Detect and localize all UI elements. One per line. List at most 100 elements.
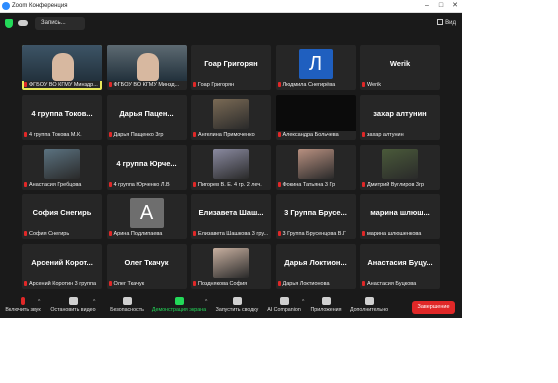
share-screen-button[interactable]: Демонстрация экрана <box>151 297 207 317</box>
participant-tile[interactable]: Фокина Татьяна 3 Гр <box>275 144 356 190</box>
participant-tile[interactable]: 4 группа Юрче... 4 группа Юрченко Л.В <box>106 144 187 190</box>
participant-display-name: 4 группа Юрче... <box>116 158 177 168</box>
profile-photo <box>213 148 249 179</box>
share-screen-icon <box>174 297 184 305</box>
mic-muted-icon <box>24 281 27 287</box>
person-figure <box>52 53 74 81</box>
mic-muted-icon <box>362 131 365 137</box>
stop-video-button[interactable]: Остановить видео <box>48 297 98 317</box>
participant-name: Елизавета Шашкова 3 гру... <box>198 231 269 238</box>
participant-tile[interactable]: Ангелина Примоченко <box>191 94 271 140</box>
participant-name-label: София Снегирь <box>24 230 101 238</box>
participant-tile[interactable]: ФГБОУ ВО КГМУ Минздр... <box>22 45 102 90</box>
shield-icon[interactable] <box>5 19 13 28</box>
participant-name: Пигорев В. Е. 4 гр. 2 леч. <box>198 181 262 188</box>
participant-tile[interactable]: 4 группа Токов... 4 группа Токова М.К. <box>22 94 102 140</box>
stop-video-label: Остановить видео <box>50 307 96 313</box>
mic-muted-icon <box>108 131 112 137</box>
mic-muted-icon <box>108 231 112 237</box>
participant-display-name: Дарья Локтион... <box>284 258 347 268</box>
participant-name-label: Елизавета Шашкова 3 гру... <box>193 230 270 238</box>
mic-muted-icon <box>277 82 281 88</box>
more-icon <box>364 297 374 305</box>
mic-muted-icon <box>193 131 196 137</box>
apps-button[interactable]: Приложения <box>308 297 344 317</box>
participant-tile[interactable]: Анастасия Гребцова <box>22 144 102 190</box>
participant-tile[interactable]: Гоар Григорян Гоар Григорян <box>191 45 271 90</box>
participant-name-label: 4 группа Токова М.К. <box>24 131 101 139</box>
mic-muted-icon <box>277 281 281 287</box>
mic-muted-icon <box>24 131 27 137</box>
participant-name: Арсений Коротин 3 группа <box>29 281 97 288</box>
participant-video <box>275 94 356 131</box>
unmute-button[interactable]: Включить звук <box>3 297 43 317</box>
participant-tile[interactable]: А Арина Подлипаева <box>106 194 187 240</box>
avatar: А <box>129 198 164 229</box>
participant-display-name: Арсений Корот... <box>31 258 93 268</box>
mic-muted-icon <box>24 231 27 237</box>
participant-name-label: 3 Группа Брусенцова В.Г <box>277 230 355 238</box>
participant-name: Дмитрий Вуглиров 3гр <box>367 181 425 188</box>
mic-options-caret[interactable]: ^ <box>38 299 40 305</box>
participant-tile[interactable]: Анастасия Буцу... Анастасия Буцкова <box>360 244 440 290</box>
cloud-record-icon[interactable] <box>18 20 28 26</box>
view-button[interactable]: Вид <box>437 18 456 28</box>
video-options-caret[interactable]: ^ <box>93 299 95 305</box>
zoom-window: Zoom Конференция – □ ✕ Запись... Вид ФГБ… <box>0 0 462 318</box>
share-screen-label: Демонстрация экрана <box>151 307 207 313</box>
more-button[interactable]: Дополнительно <box>348 297 390 317</box>
participant-name-label: ФГБОУ ВО КГМУ Минздр... <box>24 81 101 89</box>
ai-options-caret[interactable]: ^ <box>302 299 304 305</box>
participant-name-label: Людмила Снегирёва <box>277 81 355 89</box>
participant-display-name: Werik <box>389 59 411 68</box>
participant-tile[interactable]: Олег Ткачук Олег Ткачук <box>106 244 187 290</box>
participant-name: Позднякова София <box>198 281 248 288</box>
share-options-caret[interactable]: ^ <box>205 299 207 305</box>
minimize-icon[interactable]: – <box>420 0 434 12</box>
participant-tile[interactable]: Дарья Пацен... Дарья Пащенко 3гр <box>106 94 187 140</box>
participant-display-name: 4 группа Токов... <box>31 108 93 118</box>
participant-tile[interactable]: Арсений Корот... Арсений Коротин 3 группа <box>22 244 102 290</box>
participant-tile[interactable]: София Снегирь София Снегирь <box>22 194 102 240</box>
participant-tile[interactable]: Дарья Локтион... Дарья Локтионова <box>275 244 356 290</box>
unmute-label: Включить звук <box>5 307 41 313</box>
participant-name: Александра Больчева <box>282 131 339 138</box>
participant-tile[interactable]: Л Людмила Снегирёва <box>275 45 356 90</box>
participant-tile[interactable]: захар алтунин захар алтунин <box>360 94 440 140</box>
profile-photo <box>44 148 80 179</box>
window-title: Zoom Конференция <box>12 3 68 9</box>
summary-label: Запустить сводку <box>215 307 259 313</box>
participant-tile[interactable]: Пигорев В. Е. 4 гр. 2 леч. <box>191 144 271 190</box>
summary-button[interactable]: Запустить сводку <box>214 297 260 317</box>
security-button[interactable]: Безопасность <box>108 297 146 317</box>
zoom-app-icon <box>2 2 10 10</box>
close-icon[interactable]: ✕ <box>448 0 462 12</box>
participant-name: Арина Подлипаева <box>113 231 163 238</box>
participant-display-name: Олег Ткачук <box>124 258 169 268</box>
participant-name-label: Ангелина Примоченко <box>193 131 270 139</box>
participant-name: Фокина Татьяна 3 Гр <box>282 181 336 188</box>
grid-view-icon <box>437 19 444 26</box>
maximize-icon[interactable]: □ <box>434 0 448 12</box>
participant-tile[interactable]: Werik Werik <box>360 45 440 90</box>
participant-name: захар алтунин <box>367 131 404 138</box>
avatar: Л <box>298 49 333 79</box>
participant-name-label: Александра Больчева <box>277 131 355 139</box>
more-label: Дополнительно <box>349 307 389 313</box>
participant-tile[interactable]: ФГБОУ ВО КГМУ Минзд... <box>106 45 187 90</box>
record-button[interactable]: Запись... <box>35 17 85 30</box>
participant-tile[interactable]: Позднякова София <box>191 244 271 290</box>
participant-tile[interactable]: 3 Группа Брусе... 3 Группа Брусенцова В.Г <box>275 194 356 240</box>
participant-tile[interactable]: Дмитрий Вуглиров 3гр <box>360 144 440 190</box>
participant-tile[interactable]: марина шлюш... марина шлюшенкова <box>360 194 440 240</box>
participant-display-name: марина шлюш... <box>370 208 430 218</box>
end-meeting-button[interactable]: Завершение <box>412 301 455 314</box>
participant-display-name: Гоар Григорян <box>204 59 258 68</box>
participant-tile[interactable]: Александра Больчева <box>275 94 356 140</box>
participant-tile[interactable]: Елизавета Шаш... Елизавета Шашкова 3 гру.… <box>191 194 271 240</box>
participant-display-name: 3 Группа Брусе... <box>284 208 347 218</box>
ai-companion-button[interactable]: AI Companion <box>265 297 303 317</box>
participant-name-label: Анастасия Буцкова <box>362 280 439 288</box>
mic-muted-icon <box>108 281 112 287</box>
apps-label: Приложения <box>310 307 342 313</box>
